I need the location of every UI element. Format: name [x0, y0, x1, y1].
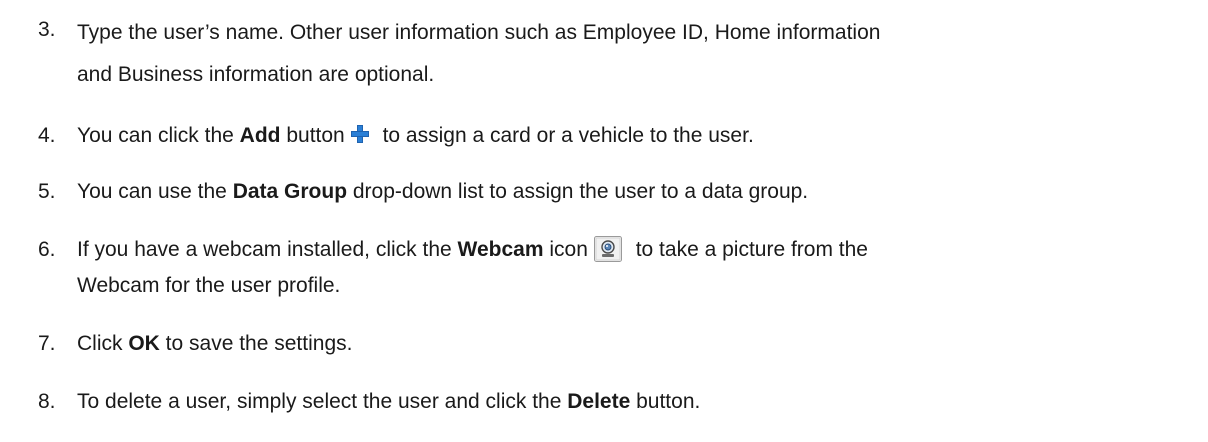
step-text: You can use the Data Group drop-down lis… — [77, 174, 1187, 210]
step-number: 3. — [38, 18, 56, 41]
step-number: 7. — [38, 332, 56, 355]
webcam-icon — [593, 236, 622, 262]
step-text-run: You can use the — [77, 180, 233, 203]
add-label: Add — [239, 124, 281, 147]
step-text-run: to assign a card or a vehicle to the use… — [376, 124, 754, 147]
step-text-run: drop-down list to assign the user to a d… — [347, 180, 809, 203]
webcam-label: Webcam — [457, 238, 544, 261]
step-line: Type the user’s name. Other user informa… — [77, 21, 881, 44]
step-text: Type the user’s name. Other user informa… — [77, 12, 1187, 96]
step-line: and Business information are optional. — [77, 63, 435, 86]
step-text-run: Click — [77, 332, 129, 355]
step-number: 6. — [38, 238, 56, 261]
step-text: You can click the Add button to assign a… — [77, 118, 1187, 154]
plus-icon — [350, 125, 369, 143]
step-number: 5. — [38, 180, 56, 203]
step-text-run: to take a picture from the — [629, 238, 868, 261]
step-text-run: button — [280, 124, 345, 147]
data-group-label: Data Group — [232, 180, 348, 203]
step-text: Click OK to save the settings. — [77, 326, 1187, 362]
step-text-run: You can click the — [77, 124, 240, 147]
step-text-run: If you have a webcam installed, click th… — [77, 238, 458, 261]
step-number: 8. — [38, 390, 56, 413]
step-text-run: To delete a user, simply select the user… — [77, 390, 568, 413]
step-text: If you have a webcam installed, click th… — [77, 232, 1187, 304]
step-text-run: to save the settings. — [159, 332, 353, 355]
step-number: 4. — [38, 124, 56, 147]
step-text-run: icon — [543, 238, 588, 261]
ok-label: OK — [128, 332, 160, 355]
step-text: To delete a user, simply select the user… — [77, 384, 1187, 420]
delete-label: Delete — [567, 390, 631, 413]
step-text-run: button. — [630, 390, 701, 413]
step-line: Webcam for the user profile. — [77, 274, 341, 297]
